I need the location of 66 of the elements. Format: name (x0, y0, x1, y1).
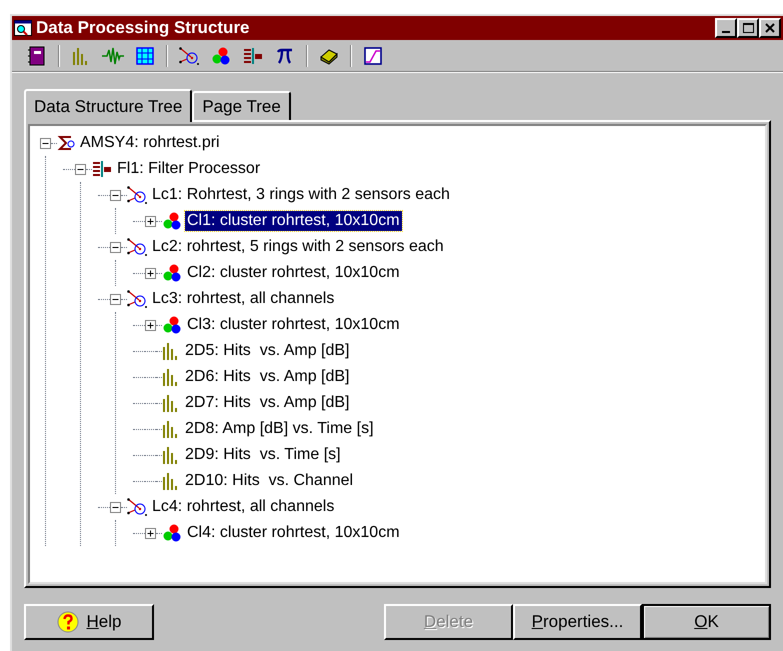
collapse-box-icon[interactable] (110, 502, 121, 512)
tree-item[interactable]: 2D9: Hits vs. Time [s] (183, 445, 343, 465)
tree-item[interactable]: Lc2: rohrtest, 5 rings with 2 sensors each (150, 237, 446, 257)
maximize-button[interactable] (737, 18, 759, 38)
sigma-icon (57, 134, 75, 152)
location-target-icon (179, 46, 199, 64)
colored-balls-icon (162, 264, 182, 282)
pi-symbol-icon (276, 46, 294, 64)
book-icon (319, 46, 339, 64)
colored-balls-icon (211, 46, 231, 64)
bar-chart-icon (162, 472, 180, 490)
tree-item[interactable]: 2D10: Hits vs. Channel (183, 471, 356, 491)
bar-chart-icon (72, 46, 90, 64)
close-button[interactable] (759, 18, 781, 38)
tree-item[interactable]: Lc3: rohrtest, all channels (150, 289, 336, 309)
maximize-icon (742, 23, 754, 33)
window-title: Data Processing Structure (36, 17, 251, 40)
colored-balls-icon (162, 524, 182, 542)
bar-chart-icon (162, 342, 180, 360)
waveform-icon (102, 46, 124, 64)
filter-icon (243, 46, 263, 64)
bar-chart-icon (162, 394, 180, 412)
close-icon (765, 23, 775, 33)
tree-item[interactable]: Lc1: Rohrtest, 3 rings with 2 sensors each (150, 185, 452, 205)
window-app-icon (14, 20, 32, 36)
colored-balls-icon (162, 212, 182, 230)
collapse-box-icon[interactable] (110, 190, 121, 200)
notebook-icon (28, 46, 46, 66)
filter-icon (92, 160, 112, 178)
tree-item[interactable]: Cl1: cluster rohrtest, 10x10cm (185, 211, 402, 231)
location-target-icon (127, 290, 147, 308)
tree-item[interactable]: Lc4: rohrtest, all channels (150, 497, 336, 517)
collapse-box-icon[interactable] (75, 164, 86, 174)
bar-chart-icon (162, 368, 180, 386)
tree-item[interactable]: 2D6: Hits vs. Amp [dB] (183, 367, 352, 387)
location-target-icon (127, 498, 147, 516)
location-target-icon (127, 186, 147, 204)
collapse-box-icon[interactable] (110, 242, 121, 252)
tab[interactable]: Page Tree (192, 91, 291, 120)
help-icon (56, 611, 79, 633)
curve-chart-icon (364, 46, 382, 64)
minimize-button[interactable] (715, 18, 737, 38)
collapse-box-icon[interactable] (40, 138, 51, 148)
tree-item[interactable]: Cl2: cluster rohrtest, 10x10cm (185, 263, 402, 283)
tree-item[interactable]: 2D7: Hits vs. Amp [dB] (183, 393, 352, 413)
collapse-box-icon[interactable] (110, 294, 121, 304)
table-grid-icon (136, 46, 154, 64)
minimize-icon (722, 31, 730, 33)
tab[interactable]: Data Structure Tree (24, 89, 192, 122)
expand-box-icon[interactable] (145, 528, 156, 538)
location-target-icon (127, 238, 147, 256)
expand-box-icon[interactable] (145, 216, 156, 226)
tree-item[interactable]: Fl1: Filter Processor (115, 159, 262, 179)
tree-item[interactable]: AMSY4: rohrtest.pri (78, 133, 222, 153)
tree-item[interactable]: 2D8: Amp [dB] vs. Time [s] (183, 419, 376, 439)
dialog-button[interactable]: Properties... (513, 604, 642, 640)
help-button[interactable]: Help (24, 604, 154, 640)
bar-chart-icon (162, 420, 180, 438)
dialog-button[interactable]: OK (642, 604, 771, 640)
expand-box-icon[interactable] (145, 268, 156, 278)
expand-box-icon[interactable] (145, 320, 156, 330)
tree-item[interactable]: Cl3: cluster rohrtest, 10x10cm (185, 315, 402, 335)
bar-chart-icon (162, 446, 180, 464)
tree-item[interactable]: Cl4: cluster rohrtest, 10x10cm (185, 523, 402, 543)
colored-balls-icon (162, 316, 182, 334)
tree-item[interactable]: 2D5: Hits vs. Amp [dB] (183, 341, 352, 361)
